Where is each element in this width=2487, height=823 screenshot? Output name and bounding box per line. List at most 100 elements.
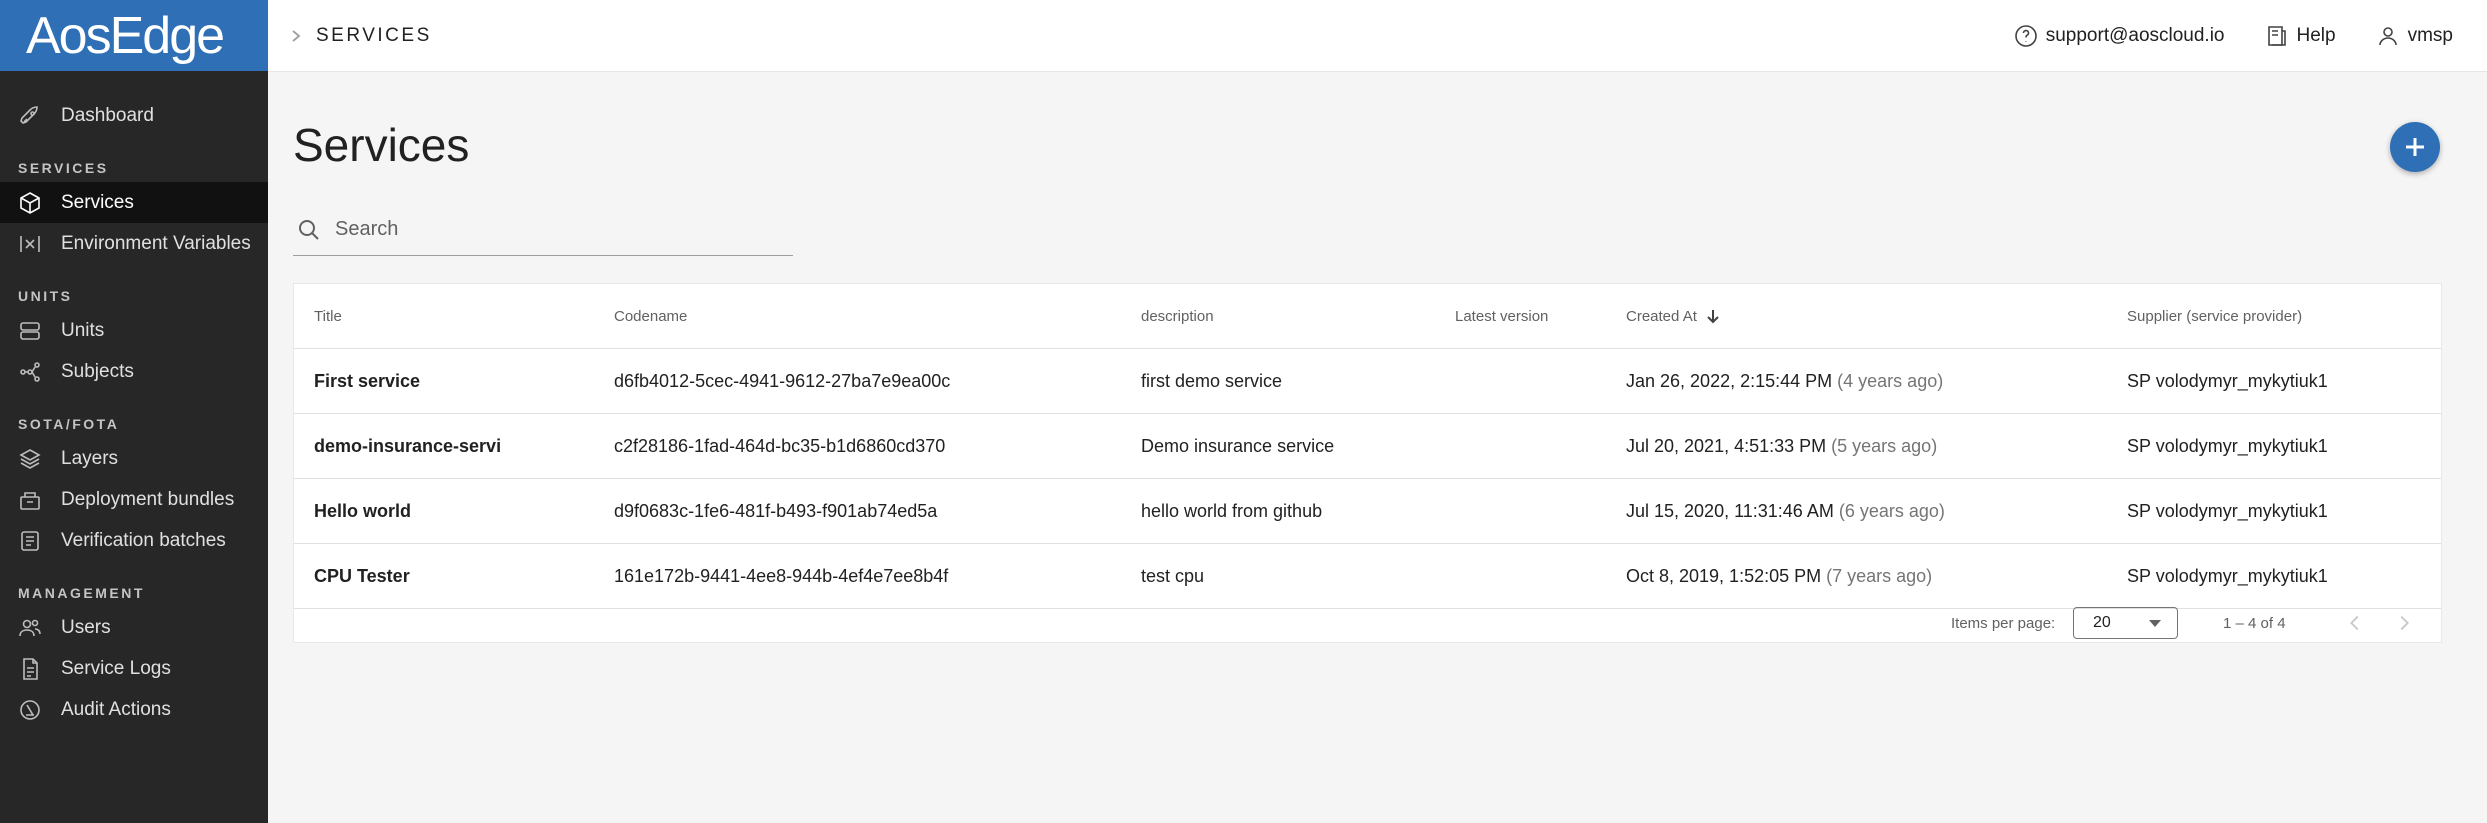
page-size-value: 20 [2093, 614, 2111, 631]
help-label: Help [2296, 24, 2336, 46]
row-title: CPU Tester [314, 565, 410, 586]
column-header-description[interactable]: description [1141, 284, 1214, 348]
search-input[interactable] [335, 218, 775, 241]
created-date: Oct 8, 2019, 1:52:05 PM [1626, 565, 1822, 586]
page-range: 1 – 4 of 4 [2223, 614, 2286, 632]
sidebar-item-subjects[interactable]: Subjects [0, 351, 268, 392]
created-date: Jan 26, 2022, 2:15:44 PM [1626, 370, 1833, 391]
sidebar-item-services[interactable]: Services [0, 182, 268, 223]
row-description: Demo insurance service [1141, 435, 1335, 456]
column-header-codename[interactable]: Codename [614, 284, 687, 348]
row-codename: d6fb4012-5cec-4941-9612-27ba7e9ea00c [614, 370, 951, 391]
sidebar-item-label: Dashboard [61, 104, 154, 126]
sidebar-item-label: Services [61, 191, 134, 213]
top-bar: SERVICES support@aoscloud.io Help vmsp [268, 0, 2487, 72]
variable-icon [17, 231, 43, 257]
row-title: Hello world [314, 500, 412, 521]
user-icon [2378, 26, 2397, 45]
sidebar-item-label: Audit Actions [61, 698, 171, 720]
row-created-at: Jul 20, 2021, 4:51:33 PM (5 years ago) [1626, 414, 1937, 478]
row-codename: d9f0683c-1fe6-481f-b493-f901ab74ed5a [614, 500, 938, 521]
chevron-right-icon [2400, 615, 2409, 631]
document-icon [17, 656, 43, 682]
sidebar-item-label: Layers [61, 447, 119, 469]
sidebar-item-label: Deployment bundles [61, 488, 235, 510]
created-date: Jul 15, 2020, 11:31:46 AM [1626, 500, 1834, 521]
row-supplier: SP volodymyr_mykytiuk1 [2127, 500, 2328, 521]
server-icon [17, 318, 43, 344]
row-supplier: SP volodymyr_mykytiuk1 [2127, 565, 2328, 586]
sidebar-item-units[interactable]: Units [0, 310, 268, 351]
chevron-left-icon [2350, 615, 2359, 631]
row-description: first demo service [1141, 370, 1283, 391]
network-icon [17, 359, 43, 385]
table-row[interactable]: demo-insurance-servi c2f28186-1fad-464d-… [294, 414, 2441, 479]
column-header-supplier[interactable]: Supplier (service provider) [2127, 284, 2302, 348]
sidebar-item-users[interactable]: Users [0, 607, 268, 648]
support-link[interactable]: support@aoscloud.io [2014, 24, 2225, 48]
row-created-at: Jan 26, 2022, 2:15:44 PM (4 years ago) [1626, 349, 1943, 413]
top-actions: support@aoscloud.io Help vmsp [2014, 24, 2453, 48]
book-icon [2267, 25, 2286, 46]
sidebar-item-label: Units [61, 319, 105, 341]
row-supplier: SP volodymyr_mykytiuk1 [2127, 435, 2328, 456]
breadcrumb[interactable]: SERVICES [316, 25, 432, 47]
sidebar-section-sota-fota: SOTA/FOTA [18, 416, 120, 432]
checklist-icon [17, 528, 43, 554]
row-codename: 161e172b-9441-4ee8-944b-4ef4e7ee8b4f [614, 565, 949, 586]
sidebar-item-label: Subjects [61, 360, 134, 382]
table-header: Title Codename description Latest versio… [294, 284, 2441, 349]
sidebar-section-management: MANAGEMENT [18, 585, 145, 601]
page-title: Services [293, 119, 470, 171]
row-title: demo-insurance-servi [314, 435, 502, 456]
sidebar-item-layers[interactable]: Layers [0, 438, 268, 479]
table-row[interactable]: Hello world d9f0683c-1fe6-481f-b493-f901… [294, 479, 2441, 544]
sidebar-item-environment-variables[interactable]: Environment Variables [0, 223, 268, 264]
help-link[interactable]: Help [2265, 24, 2336, 48]
users-icon [17, 615, 43, 641]
previous-page-button[interactable] [2343, 611, 2367, 635]
logo-text: AosEdge [26, 6, 225, 65]
row-title: First service [314, 370, 421, 391]
table-row[interactable]: First service d6fb4012-5cec-4941-9612-27… [294, 349, 2441, 414]
row-codename: c2f28186-1fad-464d-bc35-b1d6860cd370 [614, 435, 946, 456]
column-header-label: Created At [1626, 307, 1697, 325]
audit-icon [17, 697, 43, 723]
created-ago: (4 years ago) [1837, 370, 1944, 391]
sidebar-item-label: Service Logs [61, 657, 171, 679]
services-table: Title Codename description Latest versio… [293, 283, 2442, 643]
column-header-title[interactable]: Title [314, 284, 342, 348]
sidebar-item-label: Verification batches [61, 529, 226, 551]
sidebar-item-label: Users [61, 616, 111, 638]
add-service-button[interactable] [2390, 122, 2440, 172]
page-size-select[interactable]: 20 [2073, 607, 2178, 639]
column-header-created-at[interactable]: Created At [1626, 284, 1721, 348]
created-ago: (6 years ago) [1838, 500, 1945, 521]
sidebar-section-services: SERVICES [18, 160, 109, 176]
sidebar-item-audit-actions[interactable]: Audit Actions [0, 689, 268, 730]
sidebar: AosEdge Dashboard SERVICES Services Envi… [0, 0, 268, 823]
arrow-down-icon [1705, 308, 1721, 324]
column-header-latest-version[interactable]: Latest version [1455, 284, 1548, 348]
row-created-at: Oct 8, 2019, 1:52:05 PM (7 years ago) [1626, 544, 1932, 608]
search-icon [299, 219, 319, 240]
next-page-button[interactable] [2392, 611, 2416, 635]
row-supplier: SP volodymyr_mykytiuk1 [2127, 370, 2328, 391]
created-ago: (7 years ago) [1826, 565, 1933, 586]
user-menu[interactable]: vmsp [2376, 24, 2453, 48]
search-bar [293, 204, 793, 256]
items-per-page-label: Items per page: [1951, 614, 2056, 632]
sidebar-item-deployment-bundles[interactable]: Deployment bundles [0, 479, 268, 520]
chevron-right-icon [289, 29, 303, 43]
aosedge-logo[interactable]: AosEdge [0, 0, 268, 71]
sidebar-nav: Dashboard SERVICES Services Environment … [0, 71, 268, 730]
row-description: test cpu [1141, 565, 1205, 586]
table-row[interactable]: CPU Tester 161e172b-9441-4ee8-944b-4ef4e… [294, 544, 2441, 609]
layers-icon [17, 446, 43, 472]
created-date: Jul 20, 2021, 4:51:33 PM [1626, 435, 1827, 456]
help-circle-icon [2014, 24, 2037, 47]
sidebar-item-dashboard[interactable]: Dashboard [0, 95, 268, 136]
paginator: Items per page: 20 1 – 4 of 4 [294, 604, 2441, 642]
sidebar-item-verification-batches[interactable]: Verification batches [0, 520, 268, 561]
sidebar-item-service-logs[interactable]: Service Logs [0, 648, 268, 689]
